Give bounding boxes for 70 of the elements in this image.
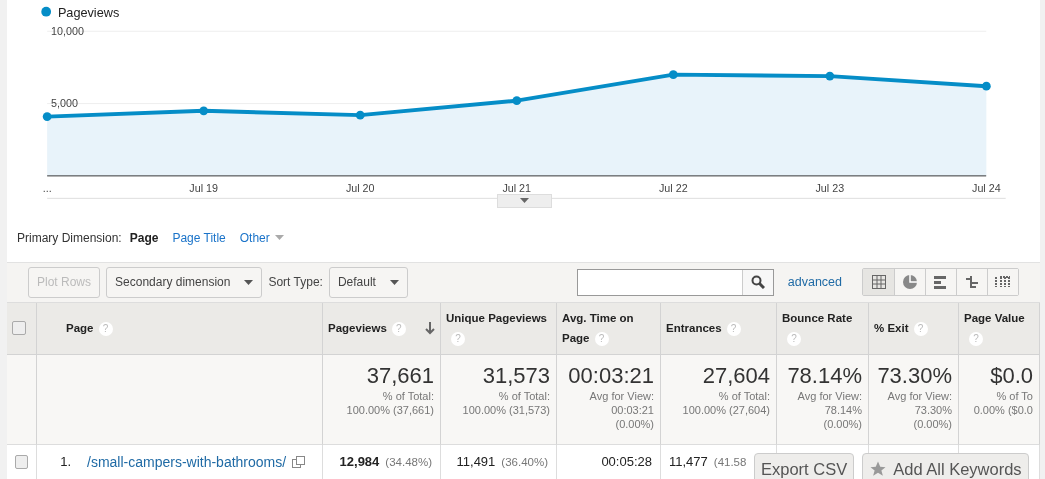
data-point xyxy=(668,70,678,80)
dimension-link[interactable]: Page Title xyxy=(172,230,226,245)
metric-share: (34.48%) xyxy=(385,456,432,468)
table-icon xyxy=(871,275,886,290)
metric-value: 11,491 xyxy=(456,454,496,470)
axis-label: ... xyxy=(42,181,52,194)
sort-type-label: Sort Type: xyxy=(268,275,323,290)
axis-label: Jul 23 xyxy=(815,181,845,194)
total-note: % of Total: 100.00% (37,661) xyxy=(345,389,434,417)
comparison-icon xyxy=(995,276,1011,289)
metric-share: (41.58 xyxy=(713,456,747,468)
total-value: 78.14% xyxy=(786,363,862,389)
sort-type-dropdown[interactable]: Default xyxy=(328,266,408,298)
metric-value: 00:05:28 xyxy=(601,454,652,470)
total-note: % of Total: 100.00% (27,604) xyxy=(681,389,770,417)
total-value: 00:03:21 xyxy=(567,363,654,389)
total-note: % of Total: 100.00% (31,573) xyxy=(461,389,550,417)
legend-label: Pageviews xyxy=(57,5,120,20)
legend-marker xyxy=(41,6,52,17)
axis-label: Jul 21 xyxy=(502,181,532,194)
bar-chart-icon xyxy=(934,275,948,290)
total-value: 73.30% xyxy=(876,363,952,389)
collapse-handle[interactable] xyxy=(497,194,552,209)
search-field[interactable] xyxy=(576,268,774,296)
data-point xyxy=(981,81,991,91)
caret-icon xyxy=(274,235,284,241)
row-checkbox[interactable] xyxy=(15,455,28,469)
data-point xyxy=(512,96,522,106)
view-button[interactable] xyxy=(863,269,894,296)
total-value: 27,604 xyxy=(701,363,770,389)
data-point xyxy=(355,110,365,120)
select-all-checkbox[interactable] xyxy=(12,321,26,336)
total-value: $0.0 xyxy=(989,363,1033,389)
view-button[interactable] xyxy=(987,269,1018,296)
total-value: 31,573 xyxy=(481,363,550,389)
total-note: % of To 0.00% ($0.0 xyxy=(972,389,1033,417)
advanced-link[interactable]: advanced xyxy=(787,275,842,290)
dimension-menu[interactable]: Other xyxy=(239,230,284,245)
caret-icon xyxy=(389,279,399,285)
metric-value: 12,984 xyxy=(339,454,380,470)
metric-value: 11,477 xyxy=(669,454,708,470)
total-note: Avg for View: 73.30% (0.00%) xyxy=(886,389,952,431)
pivot-icon xyxy=(965,275,979,290)
data-point xyxy=(825,71,835,81)
data-point xyxy=(199,106,209,116)
external-link-icon[interactable] xyxy=(292,456,306,468)
sort-arrow-icon[interactable] xyxy=(425,322,435,335)
row-index: 1. xyxy=(59,454,71,470)
total-note: Avg for View: 00:03:21 (0.00%) xyxy=(588,389,654,431)
axis-label: Jul 19 xyxy=(189,181,218,194)
axis-label: Jul 20 xyxy=(345,181,375,194)
star-icon xyxy=(869,460,888,478)
axis-label: 10,000 xyxy=(51,25,84,38)
pie-chart-icon xyxy=(902,274,918,291)
axis-label: Jul 24 xyxy=(972,181,1001,194)
dimension-link[interactable]: Page xyxy=(129,230,159,245)
search-icon xyxy=(750,275,765,290)
add-keywords-button[interactable]: Add All Keywords xyxy=(862,453,1029,479)
secondary-dimension-dropdown[interactable]: Secondary dimension xyxy=(106,266,263,298)
metric-share: (36.40%) xyxy=(501,456,548,468)
axis-label: 5,000 xyxy=(51,97,78,110)
total-note: Avg for View: 78.14% (0.00%) xyxy=(796,389,862,431)
axis-label: Jul 22 xyxy=(658,181,688,194)
total-value: 37,661 xyxy=(365,363,434,389)
dimension-label: Primary Dimension: xyxy=(17,230,122,245)
export-button[interactable]: Export CSV xyxy=(754,453,855,479)
data-point xyxy=(42,112,52,121)
page-link[interactable]: /small-campers-with-bathrooms/ xyxy=(87,454,287,470)
caret-icon xyxy=(244,279,254,285)
search-button[interactable] xyxy=(741,269,773,295)
